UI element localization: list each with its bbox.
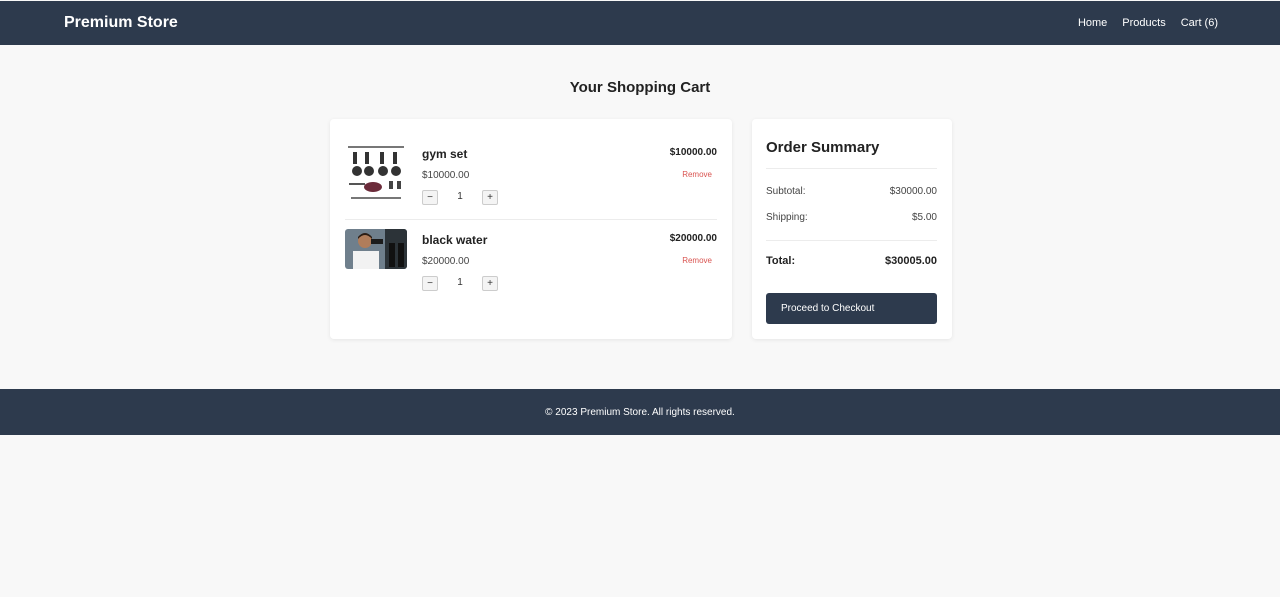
cart-items-panel: gym set $10000.00 − 1 + $10000.00 Remove… [330,119,732,339]
main-nav: Home Products Cart (6) [1078,17,1218,29]
quantity-value: 1 [457,277,463,288]
product-image-gym-set [345,143,407,205]
cart-item-unit-price: $20000.00 [422,256,470,267]
quantity-stepper: − 1 + [422,276,500,292]
remove-item-link[interactable]: Remove [682,256,712,265]
cart-item-unit-price: $10000.00 [422,170,470,181]
remove-item-link[interactable]: Remove [682,170,712,179]
nav-home-link[interactable]: Home [1078,17,1107,29]
page-title: Your Shopping Cart [569,79,711,96]
total-value: $30005.00 [885,255,937,267]
checkout-button[interactable]: Proceed to Checkout [766,293,937,324]
quantity-stepper: − 1 + [422,190,500,206]
increase-quantity-button[interactable]: + [482,276,498,291]
total-label: Total: [766,255,796,267]
summary-divider [766,240,937,241]
cart-item: black water $20000.00 − 1 + $20000.00 Re… [345,229,717,309]
product-image-black-water [345,229,407,269]
order-summary-title: Order Summary [766,139,880,156]
subtotal-label: Subtotal: [766,186,806,197]
decrease-quantity-button[interactable]: − [422,276,438,291]
nav-products-link[interactable]: Products [1122,17,1165,29]
cart-item: gym set $10000.00 − 1 + $10000.00 Remove [345,143,717,223]
cart-item-total: $10000.00 [669,147,717,158]
shipping-label: Shipping: [766,212,808,223]
brand-logo[interactable]: Premium Store [64,14,178,32]
increase-quantity-button[interactable]: + [482,190,498,205]
cart-item-total: $20000.00 [669,233,717,244]
top-navbar: Premium Store Home Products Cart (6) [0,1,1280,45]
order-summary-panel: Order Summary Subtotal: $30000.00 Shippi… [752,119,952,339]
footer: © 2023 Premium Store. All rights reserve… [0,389,1280,435]
subtotal-value: $30000.00 [889,186,937,197]
cart-item-name[interactable]: gym set [422,147,467,161]
item-divider [345,219,717,220]
footer-copyright: © 2023 Premium Store. All rights reserve… [545,407,735,418]
quantity-value: 1 [457,191,463,202]
summary-divider [766,168,937,169]
nav-cart-link[interactable]: Cart (6) [1181,17,1218,29]
cart-item-name[interactable]: black water [422,233,487,247]
shipping-value: $5.00 [911,212,937,223]
decrease-quantity-button[interactable]: − [422,190,438,205]
